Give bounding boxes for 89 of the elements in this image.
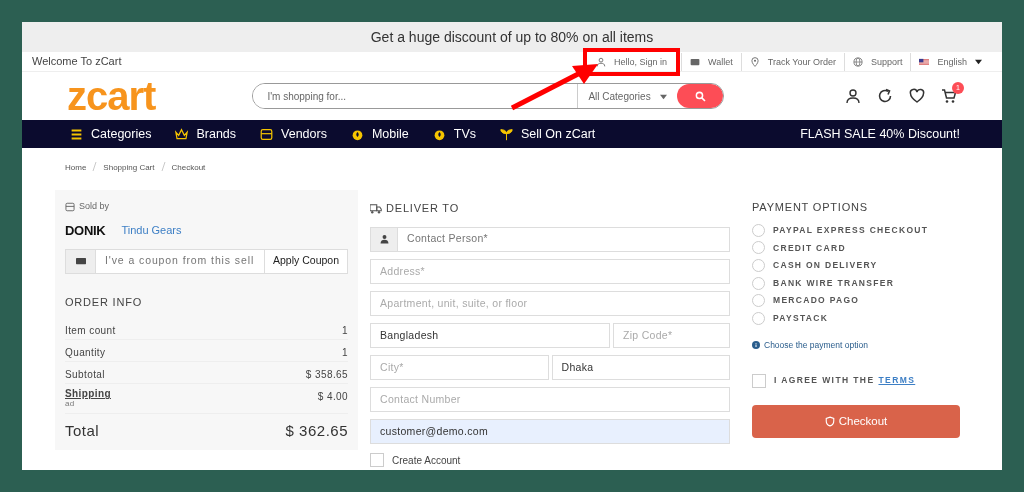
breadcrumb-link[interactable]: Checkout <box>171 162 206 190</box>
payment-option-label: BANK WIRE TRANSFER <box>773 276 895 290</box>
checkbox[interactable] <box>752 373 766 388</box>
order-value: $ 4.00 <box>317 390 348 404</box>
truck-icon <box>370 202 382 214</box>
radio-button[interactable] <box>752 223 765 237</box>
payment-option-label: CASH ON DELIVERY <box>773 259 878 272</box>
checkbox-label: Create Account <box>392 453 461 468</box>
seller-logo: DONIK <box>65 221 106 240</box>
wallet-icon <box>690 56 701 67</box>
input-field[interactable]: Apartment, unit, suite, or floor <box>370 290 730 316</box>
section-title: ORDER INFO <box>65 294 144 310</box>
order-label: Item count <box>65 324 116 338</box>
order-label: Quantity <box>65 346 106 360</box>
category-dropdown[interactable]: All Categories <box>577 84 678 108</box>
search-icon <box>694 90 706 102</box>
user-icon <box>596 56 607 67</box>
input-field[interactable]: Bangladesh <box>370 322 610 348</box>
store-icon <box>65 201 75 212</box>
shield-icon <box>824 415 835 427</box>
checkbox[interactable] <box>370 453 384 467</box>
refresh-icon <box>877 88 893 104</box>
search-button[interactable] <box>677 84 724 108</box>
flag-icon <box>919 56 930 67</box>
globe-icon <box>852 56 863 67</box>
shipping-link[interactable]: Shipping <box>65 389 111 399</box>
store-icon <box>260 127 274 141</box>
breadcrumb-link[interactable]: Shopping Cart <box>103 162 155 190</box>
radio-button[interactable] <box>752 259 765 272</box>
heart-icon <box>909 88 925 104</box>
section-title: DELIVER TO <box>386 201 459 216</box>
input-field[interactable]: Address* <box>370 258 730 284</box>
section-title: PAYMENT OPTIONS <box>752 200 869 215</box>
top-bar-link[interactable]: English <box>910 52 990 71</box>
payment-option-label: PAYPAL EXPRESS CHECKOUT <box>773 223 929 237</box>
radio-button[interactable] <box>752 276 765 290</box>
search-bar[interactable]: I'm shopping for... All Categories <box>252 83 725 109</box>
contact-person-field[interactable]: Contact Person* <box>370 226 730 252</box>
radio-button[interactable] <box>752 294 765 308</box>
nav-link[interactable]: Vendors <box>260 124 327 144</box>
order-value: $ 358.65 <box>305 368 348 382</box>
promo-text: FLASH SALE 40% Discount! <box>800 125 960 143</box>
radio-button[interactable] <box>752 311 765 325</box>
seller-link[interactable]: Tindu Gears <box>121 222 182 239</box>
total-label: Total <box>65 421 100 441</box>
top-bar-link[interactable]: Support <box>843 52 911 71</box>
user-icon <box>845 88 861 104</box>
radio-button[interactable] <box>752 241 765 255</box>
nav-link[interactable]: Brands <box>175 124 237 144</box>
input-field[interactable]: customer@demo.com <box>370 418 730 444</box>
shipping-note: ad <box>65 399 76 409</box>
sold-by-label: Sold by <box>79 200 110 213</box>
info-icon <box>752 341 760 350</box>
crown-icon <box>175 127 189 141</box>
terms-link[interactable]: TERMS <box>878 374 916 388</box>
welcome-text: Welcome To zCart <box>32 54 122 70</box>
cart-icon <box>941 88 957 104</box>
caret-icon <box>660 92 668 100</box>
person-icon <box>379 234 389 244</box>
total-value: $ 362.65 <box>285 421 348 441</box>
top-bar-link[interactable]: Hello, Sign in <box>588 52 676 71</box>
order-value: 1 <box>342 324 348 338</box>
agree-label: I AGREE WITH THE <box>774 374 875 388</box>
order-label: Subtotal <box>65 368 105 382</box>
location-pin-icon <box>749 56 760 67</box>
payment-hint: Choose the payment option <box>764 339 868 352</box>
breadcrumb-link[interactable]: Home <box>65 162 87 190</box>
input-field[interactable]: Zip Code* <box>613 322 730 348</box>
caret-icon <box>975 58 982 65</box>
input-field[interactable]: City* <box>370 354 549 380</box>
breadcrumb-separator <box>160 162 166 171</box>
nav-link[interactable]: Categories <box>70 124 152 144</box>
banner-text: Get a huge discount of up to 80% on all items <box>370 27 654 47</box>
payment-option-label: PAYSTACK <box>773 311 829 325</box>
top-bar-link[interactable]: Track Your Order <box>740 52 844 71</box>
nav-link[interactable]: Sell On zCart <box>500 124 596 144</box>
breadcrumb-separator <box>92 162 98 171</box>
payment-option-label: CREDIT CARD <box>773 241 846 255</box>
input-field[interactable]: Dhaka <box>551 354 730 380</box>
sprout-icon <box>500 127 513 141</box>
payment-option-label: MERCADO PAGO <box>773 294 860 308</box>
nav-link[interactable]: Mobile <box>350 124 409 144</box>
checkout-button[interactable]: Checkout <box>752 404 960 438</box>
menu-icon <box>70 127 83 141</box>
top-bar-link[interactable]: Wallet <box>681 52 741 71</box>
logo: zcart <box>67 76 156 116</box>
order-value: 1 <box>342 346 348 360</box>
input-field[interactable]: Contact Number <box>370 386 730 412</box>
nav-link[interactable]: TVs <box>432 124 476 144</box>
